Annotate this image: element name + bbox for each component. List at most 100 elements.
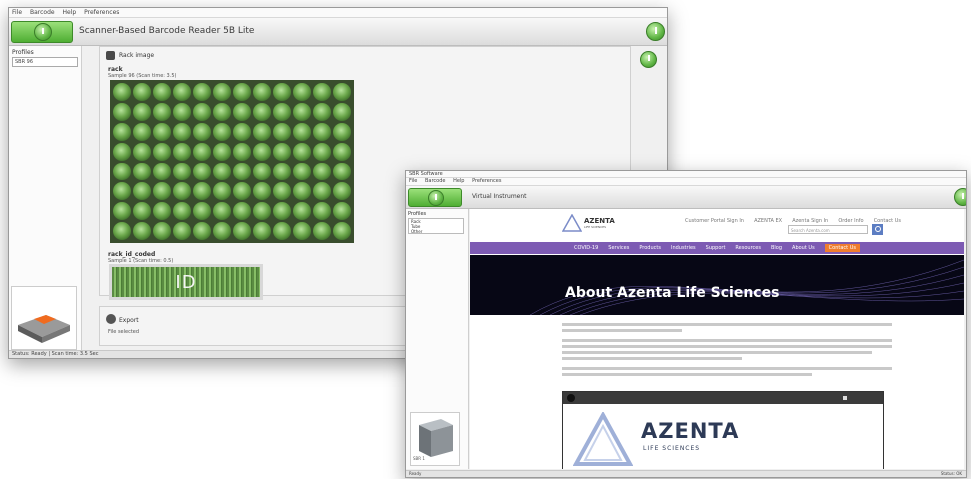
video-player[interactable]: AZENTA LIFE SCIENCES [562, 391, 884, 469]
status-power-icon[interactable] [646, 22, 665, 41]
video-brand-text: AZENTA [641, 419, 740, 443]
rack-panel-power-icon[interactable] [640, 51, 657, 68]
rack-tube-cell [213, 102, 231, 121]
export-icon[interactable] [106, 314, 116, 324]
rack-tube-cell [333, 83, 351, 101]
rack-tube-cell [133, 122, 151, 141]
menu-help-2[interactable]: Help [453, 178, 464, 184]
rack-tube-cell [273, 222, 291, 240]
rack-id-coded-label: rack_id_coded [108, 251, 156, 258]
export-label[interactable]: Export [119, 317, 139, 324]
top-links: Customer Portal Sign In AZENTA EX Azenta… [680, 214, 901, 224]
rack-tube-cell [333, 102, 351, 121]
menu-barcode[interactable]: Barcode [30, 9, 55, 16]
search-icon [875, 226, 881, 232]
rack-tube-cell [213, 122, 231, 141]
nav-item[interactable]: Products [639, 245, 661, 251]
nav-item[interactable]: COVID-19 [574, 245, 598, 251]
export-subtext: File selected [108, 329, 140, 335]
top-link[interactable]: Azenta Sign In [792, 218, 828, 224]
rack-id-label: rack [108, 66, 123, 73]
scan-button[interactable] [11, 21, 73, 43]
rack-tube-cell [233, 162, 251, 181]
rack-tube-cell [293, 182, 311, 201]
menu-help[interactable]: Help [63, 9, 77, 16]
status-power-icon-2[interactable] [954, 188, 966, 206]
top-link[interactable]: Order Info [838, 218, 863, 224]
rack-tube-cell [233, 83, 251, 101]
search-button[interactable] [872, 224, 883, 235]
menu-barcode-2[interactable]: Barcode [425, 178, 446, 184]
rack-tube-cell [213, 222, 231, 240]
rack-tube-cell [293, 122, 311, 141]
top-link[interactable]: Customer Portal Sign In [685, 218, 744, 224]
app-header: Scanner-Based Barcode Reader 5B Lite [9, 18, 667, 46]
rack-tube-cell [133, 202, 151, 221]
rack-tube-cell [253, 122, 271, 141]
video-options-icon[interactable] [843, 396, 847, 400]
power-icon-2 [428, 190, 444, 206]
nav-item[interactable]: Industries [671, 245, 696, 251]
menu-file[interactable]: File [12, 9, 22, 16]
rack-tube-cell [153, 122, 171, 141]
sidebar: Profiles SBR 96 [9, 46, 82, 351]
azenta-virtual-instrument-window: SBR Software File Barcode Help Preferenc… [405, 170, 967, 478]
menu-file-2[interactable]: File [409, 178, 417, 184]
rack-tube-cell [233, 202, 251, 221]
rack-tube-grid [110, 80, 354, 243]
rack-image-label: Rack image [119, 52, 155, 59]
instrument-label: SBR 1 [413, 456, 425, 461]
rack-tube-cell [213, 182, 231, 201]
rack-tube-cell [293, 83, 311, 101]
rack-tube-cell [193, 122, 211, 141]
rack-tube-cell [313, 122, 331, 141]
embedded-browser: AZENTA LIFE SCIENCES Customer Portal Sig… [470, 209, 964, 469]
azenta-logo[interactable]: AZENTA LIFE SCIENCES [562, 213, 632, 233]
nav-item[interactable]: Services [608, 245, 629, 251]
rack-tube-cell [273, 162, 291, 181]
rack-tube-cell [313, 102, 331, 121]
rack-tube-cell [273, 182, 291, 201]
rack-tube-cell [193, 102, 211, 121]
nav-item[interactable]: About Us [792, 245, 815, 251]
rack-tube-cell [333, 202, 351, 221]
rack-tube-cell [253, 182, 271, 201]
rack-tube-cell [273, 122, 291, 141]
rack-tube-cell [133, 83, 151, 101]
rack-tube-cell [273, 102, 291, 121]
hero-banner: About Azenta Life Sciences [470, 255, 964, 315]
rack-tube-cell [213, 162, 231, 181]
rack-tube-cell [153, 83, 171, 101]
rack-tube-cell [133, 182, 151, 201]
nav-item[interactable]: Support [706, 245, 726, 251]
rack-tube-cell [173, 182, 191, 201]
rack-tube-cell [193, 162, 211, 181]
scan-button-2[interactable] [408, 188, 462, 207]
profile-select[interactable]: SBR 96 [12, 57, 78, 67]
rack-tube-cell [233, 122, 251, 141]
nav-item[interactable]: Blog [771, 245, 782, 251]
rack-tube-cell [293, 222, 311, 240]
camera-icon [106, 51, 115, 60]
status-right: Status: OK [940, 471, 962, 476]
rack-tube-cell [293, 162, 311, 181]
site-search-input[interactable]: Search Azenta.com [788, 225, 868, 234]
rack-tube-cell [333, 182, 351, 201]
rack-tube-cell [253, 83, 271, 101]
logo-subtext: LIFE SCIENCES [584, 225, 607, 229]
profiles-label-2: Profiles [408, 211, 427, 217]
menu-preferences-2[interactable]: Preferences [472, 178, 501, 184]
rack-tube-cell [213, 83, 231, 101]
window-title-bar: SBR Software [406, 171, 966, 178]
profile-item[interactable]: Other [411, 229, 463, 234]
menu-preferences[interactable]: Preferences [84, 9, 119, 16]
rack-tube-cell [153, 102, 171, 121]
rack-tube-cell [253, 142, 271, 161]
profile-list: Rack Tube Other [408, 218, 464, 234]
rack-tube-cell [333, 142, 351, 161]
rack-tube-cell [313, 142, 331, 161]
top-link[interactable]: AZENTA EX [754, 218, 782, 224]
rack-tube-cell [153, 222, 171, 240]
contact-us-button[interactable]: Contact Us [824, 244, 860, 252]
nav-item[interactable]: Resources [735, 245, 761, 251]
